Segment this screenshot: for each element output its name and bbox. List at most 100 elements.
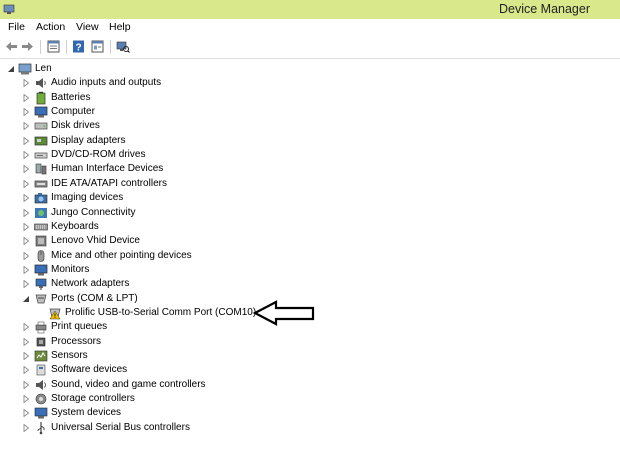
storage-icon <box>35 393 47 405</box>
device-category[interactable]: Human Interface Devices <box>0 162 620 176</box>
tree-root-label: Len <box>35 63 52 74</box>
device-category[interactable]: Jungo Connectivity <box>0 206 620 220</box>
device-label: DVD/CD-ROM drives <box>51 149 146 161</box>
device-tree: Len Audio inputs and outputs Batteries Com… <box>0 59 620 455</box>
device-category[interactable]: Software devices <box>0 363 620 377</box>
device-category[interactable]: Monitors <box>0 263 620 277</box>
display-adapter-icon <box>34 136 48 146</box>
device-label: Universal Serial Bus controllers <box>51 421 190 433</box>
left-arrow-annotation-icon <box>252 300 315 326</box>
device-category[interactable]: Mice and other pointing devices <box>0 249 620 263</box>
help-icon[interactable]: ? <box>71 39 86 54</box>
device-label: Jungo Connectivity <box>51 206 136 218</box>
expand-triangle-icon[interactable] <box>23 208 30 217</box>
expand-triangle-icon[interactable] <box>23 165 30 174</box>
device-category[interactable]: IDE ATA/ATAPI controllers <box>0 177 620 191</box>
device-category[interactable]: Display adapters <box>0 134 620 148</box>
menu-action[interactable]: Action <box>36 21 65 33</box>
expand-triangle-icon[interactable] <box>23 337 30 346</box>
device-category[interactable]: DVD/CD-ROM drives <box>0 148 620 162</box>
expand-triangle-icon[interactable] <box>23 352 30 360</box>
mouse-icon <box>37 249 45 262</box>
warning-device-icon <box>49 308 61 320</box>
device-icon <box>35 235 47 247</box>
tree-root[interactable]: Len <box>0 62 620 76</box>
usb-icon <box>37 421 45 435</box>
device-label: Sensors <box>51 350 88 361</box>
collapse-triangle-icon[interactable] <box>23 295 30 303</box>
expand-triangle-icon[interactable] <box>23 366 30 375</box>
expand-triangle-icon[interactable] <box>23 380 30 389</box>
menu-view[interactable]: View <box>76 21 99 33</box>
device-label: Keyboards <box>51 220 99 232</box>
back-arrow-icon[interactable] <box>4 39 19 54</box>
properties-icon[interactable] <box>46 39 61 54</box>
window-title: Device Manager <box>498 2 590 16</box>
toolbar-separator <box>66 40 67 54</box>
expand-triangle-icon[interactable] <box>23 151 30 160</box>
forward-arrow-icon[interactable] <box>20 39 35 54</box>
expand-triangle-icon[interactable] <box>23 280 30 289</box>
expand-triangle-icon[interactable] <box>23 93 30 102</box>
camera-icon <box>34 193 48 204</box>
device-category[interactable]: Batteries <box>0 91 620 105</box>
expand-triangle-icon[interactable] <box>23 194 30 203</box>
device-label: Lenovo Vhid Device <box>51 235 140 247</box>
device-category[interactable]: Processors <box>0 335 620 349</box>
software-icon <box>36 365 46 376</box>
device-category[interactable]: Storage controllers <box>0 392 620 406</box>
device-category[interactable]: Sensors <box>0 349 620 363</box>
hid-icon <box>35 164 47 175</box>
device-label: Batteries <box>51 91 91 103</box>
monitor-icon <box>34 264 48 276</box>
device-label: Disk drives <box>51 120 100 132</box>
device-label: Print queues <box>51 321 108 333</box>
ide-icon <box>34 180 48 188</box>
device-label: Monitors <box>51 263 90 275</box>
device-category[interactable]: System devices <box>0 406 620 420</box>
printer-icon <box>35 322 47 334</box>
menu-help[interactable]: Help <box>109 21 131 33</box>
expand-triangle-icon[interactable] <box>23 136 30 145</box>
collapse-triangle-icon[interactable] <box>8 65 15 73</box>
expand-triangle-icon[interactable] <box>23 265 30 274</box>
device-label: Processors <box>51 335 102 347</box>
jungo-icon <box>35 207 47 218</box>
menu-file[interactable]: File <box>8 21 25 33</box>
expand-triangle-icon[interactable] <box>23 222 30 231</box>
device-label: Sound, video and game controllers <box>51 378 206 390</box>
device-category[interactable]: Keyboards <box>0 220 620 234</box>
device-label: Ports (COM & LPT) <box>51 292 138 304</box>
monitor-icon <box>34 106 48 118</box>
expand-triangle-icon[interactable] <box>23 108 30 117</box>
expand-triangle-icon[interactable] <box>23 395 30 404</box>
sound-icon <box>36 379 46 390</box>
expand-triangle-icon[interactable] <box>23 423 30 432</box>
battery-icon <box>36 91 46 105</box>
expand-triangle-icon[interactable] <box>23 251 30 260</box>
device-category[interactable]: Computer <box>0 105 620 119</box>
device-label: Computer <box>51 106 95 118</box>
device-category[interactable]: Disk drives <box>0 119 620 133</box>
expand-triangle-icon[interactable] <box>23 122 30 131</box>
device-label: Audio inputs and outputs <box>51 77 162 89</box>
expand-triangle-icon[interactable] <box>23 237 30 246</box>
expand-triangle-icon[interactable] <box>23 79 30 88</box>
device-category[interactable]: Lenovo Vhid Device <box>0 234 620 248</box>
device-category[interactable]: Universal Serial Bus controllers <box>0 421 620 435</box>
toolbar: ? <box>0 36 620 59</box>
dvd-icon <box>34 152 48 159</box>
device-category[interactable]: Audio inputs and outputs <box>0 76 620 90</box>
processor-icon <box>36 337 46 346</box>
expand-triangle-icon[interactable] <box>23 179 30 188</box>
device-category[interactable]: Imaging devices <box>0 191 620 205</box>
device-label: Display adapters <box>51 134 126 146</box>
device-category[interactable]: Network adapters <box>0 277 620 291</box>
device-category[interactable]: Sound, video and game controllers <box>0 378 620 392</box>
expand-triangle-icon[interactable] <box>23 409 30 418</box>
scan-hardware-icon[interactable] <box>115 39 130 54</box>
expand-triangle-icon[interactable] <box>23 323 30 332</box>
device-properties-icon[interactable] <box>90 39 105 54</box>
device-label: Storage controllers <box>51 393 135 405</box>
toolbar-separator <box>40 40 41 54</box>
